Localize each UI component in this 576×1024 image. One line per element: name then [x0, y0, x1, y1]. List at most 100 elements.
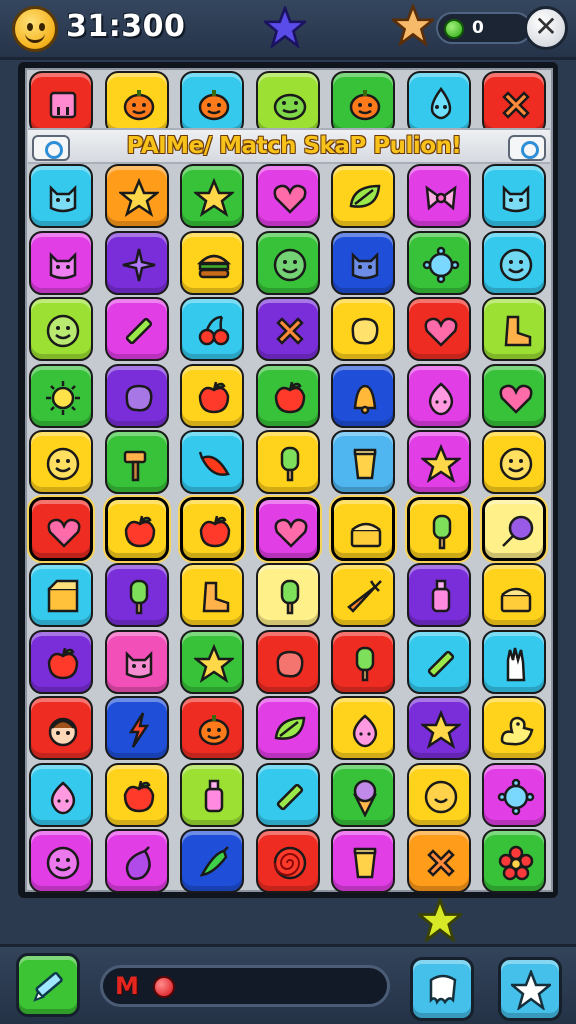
- tile-robot[interactable]: [29, 71, 93, 135]
- tile-apple[interactable]: [180, 496, 244, 561]
- apple-icon: [199, 515, 231, 547]
- tile-spiral[interactable]: [255, 829, 320, 893]
- tile-germ[interactable]: [406, 230, 471, 295]
- cat-icon: [502, 184, 530, 213]
- tile-drop[interactable]: [406, 71, 471, 135]
- tile-smiley[interactable]: [29, 297, 93, 361]
- tile-flower[interactable]: [482, 829, 546, 893]
- tile-bell[interactable]: [331, 363, 395, 428]
- tile-pencil[interactable]: [104, 297, 169, 361]
- tile-smiley[interactable]: [482, 430, 546, 494]
- tile-x-cross[interactable]: [255, 297, 320, 361]
- star-icon[interactable]: [418, 898, 462, 942]
- tile-cat[interactable]: [29, 230, 93, 295]
- tile-frog[interactable]: [255, 71, 320, 135]
- tile-heart[interactable]: [255, 496, 320, 561]
- tile-popsicle[interactable]: [255, 430, 320, 494]
- camera-icon[interactable]: [32, 135, 70, 161]
- pencil-button[interactable]: [16, 953, 80, 1017]
- tile-blob[interactable]: [255, 629, 320, 694]
- tile-apple[interactable]: [255, 363, 320, 428]
- tile-pumpkin[interactable]: [104, 71, 169, 135]
- tile-bolt[interactable]: [104, 696, 169, 760]
- tile-apple[interactable]: [104, 496, 169, 561]
- tile-smiley[interactable]: [29, 430, 93, 494]
- tile-cake[interactable]: [331, 496, 395, 561]
- tile-apple[interactable]: [29, 629, 93, 694]
- tile-heart[interactable]: [406, 297, 471, 361]
- pumpkin-icon: [123, 90, 154, 121]
- tile-sun[interactable]: [29, 363, 93, 428]
- tile-leaf[interactable]: [255, 696, 320, 760]
- tile-sparkle[interactable]: [104, 230, 169, 295]
- tile-boot[interactable]: [482, 297, 546, 361]
- tile-eggplant[interactable]: [104, 829, 169, 893]
- tile-lollipop[interactable]: [482, 496, 546, 561]
- tile-bottle[interactable]: [180, 762, 244, 827]
- tile-cat[interactable]: [104, 629, 169, 694]
- tile-coin[interactable]: [406, 762, 471, 827]
- tile-cat[interactable]: [482, 164, 546, 228]
- hint-button[interactable]: [410, 957, 474, 1021]
- tile-duck[interactable]: [482, 696, 546, 760]
- tile-x-cross[interactable]: [406, 829, 471, 893]
- tile-onion[interactable]: [29, 762, 93, 827]
- tile-glove[interactable]: [482, 629, 546, 694]
- close-button[interactable]: ✕: [524, 6, 568, 50]
- camera-icon[interactable]: [508, 135, 546, 161]
- tile-smiley[interactable]: [482, 230, 546, 295]
- tile-heart[interactable]: [482, 363, 546, 428]
- tile-cake[interactable]: [482, 563, 546, 627]
- tile-star[interactable]: [406, 696, 471, 760]
- tile-apple[interactable]: [180, 363, 244, 428]
- tile-smiley[interactable]: [29, 829, 93, 893]
- tile-heart[interactable]: [255, 164, 320, 228]
- level-progress-bar: M: [100, 965, 390, 1007]
- tile-germ[interactable]: [482, 762, 546, 827]
- tile-leaf[interactable]: [331, 164, 395, 228]
- tile-popsicle[interactable]: [406, 496, 471, 561]
- tile-boot[interactable]: [180, 563, 244, 627]
- star-button[interactable]: [498, 957, 562, 1021]
- tile-cat[interactable]: [29, 164, 93, 228]
- tile-bow[interactable]: [406, 164, 471, 228]
- tile-heart[interactable]: [29, 496, 93, 561]
- tile-burger[interactable]: [180, 230, 244, 295]
- tile-star[interactable]: [104, 164, 169, 228]
- tile-apple[interactable]: [104, 762, 169, 827]
- tile-onion[interactable]: [406, 363, 471, 428]
- tile-x-cross[interactable]: [482, 71, 546, 135]
- tile-hammer[interactable]: [104, 430, 169, 494]
- tile-bottle[interactable]: [406, 563, 471, 627]
- tile-pencil[interactable]: [406, 629, 471, 694]
- tile-blob[interactable]: [331, 297, 395, 361]
- tile-smiley[interactable]: [255, 230, 320, 295]
- tile-cat[interactable]: [331, 230, 395, 295]
- tile-cup[interactable]: [331, 829, 395, 893]
- tile-icecream[interactable]: [331, 762, 395, 827]
- tile-pencil[interactable]: [255, 762, 320, 827]
- tile-face[interactable]: [29, 696, 93, 760]
- tile-star[interactable]: [180, 629, 244, 694]
- tile-cherry[interactable]: [180, 297, 244, 361]
- tile-box[interactable]: [29, 563, 93, 627]
- tile-star[interactable]: [406, 430, 471, 494]
- tile-blob[interactable]: [104, 363, 169, 428]
- tile-pepper[interactable]: [180, 829, 244, 893]
- x-cross-icon: [426, 849, 455, 877]
- tile-pumpkin[interactable]: [180, 696, 244, 760]
- tile-carrot[interactable]: [331, 563, 395, 627]
- level-banner: PAIMe/ Match SkaP Pulion!: [28, 128, 550, 164]
- tile-onion[interactable]: [331, 696, 395, 760]
- tile-cup[interactable]: [331, 430, 395, 494]
- tile-pumpkin[interactable]: [331, 71, 395, 135]
- tile-popsicle[interactable]: [104, 563, 169, 627]
- sun-icon: [46, 380, 80, 415]
- face-icon: [48, 717, 78, 747]
- tile-popsicle[interactable]: [255, 563, 320, 627]
- tile-popsicle[interactable]: [331, 629, 395, 694]
- tile-star[interactable]: [180, 164, 244, 228]
- tile-pumpkin[interactable]: [180, 71, 244, 135]
- tile-chili[interactable]: [180, 430, 244, 494]
- player-avatar[interactable]: [12, 6, 58, 52]
